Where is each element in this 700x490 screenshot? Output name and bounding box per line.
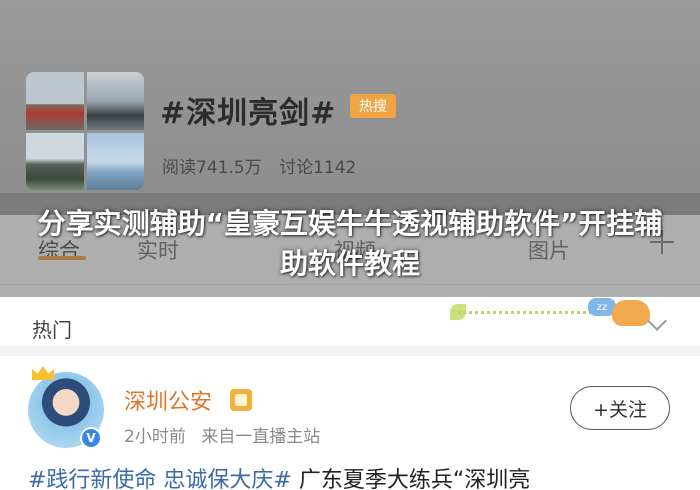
post-time: 2小时前 bbox=[124, 427, 186, 447]
topic-title: #深圳亮剑# bbox=[160, 96, 337, 131]
thumbnail-image bbox=[86, 132, 144, 190]
post-author[interactable]: 深圳公安 bbox=[124, 384, 212, 416]
post-source: 来自一直播主站 bbox=[201, 427, 321, 447]
read-count: 阅读741.5万 bbox=[162, 158, 262, 178]
decorative-sticker: zz bbox=[446, 298, 656, 328]
overlay-title: 分享实测辅助“皇豪互娱牛牛透视辅助软件”开挂辅助软件教程 bbox=[37, 207, 663, 280]
post-text: #践行新使命 忠诚保大庆# 广东夏季大练兵“深圳亮 bbox=[28, 462, 530, 490]
hot-section-label: 热门 bbox=[32, 318, 72, 342]
member-badge-icon bbox=[230, 389, 252, 411]
vine-decoration bbox=[458, 310, 598, 314]
post-text-body: 广东夏季大练兵“深圳亮 bbox=[291, 468, 531, 490]
post-meta: 2小时前 来自一直播主站 bbox=[124, 422, 330, 447]
thumbnail-image bbox=[26, 132, 84, 190]
follow-button[interactable]: +关注 bbox=[570, 386, 670, 430]
topic-thumbnails[interactable] bbox=[26, 72, 144, 190]
discussion-count: 讨论1142 bbox=[279, 158, 357, 178]
topic-stats: 阅读741.5万 讨论1142 bbox=[162, 153, 368, 178]
crown-icon bbox=[28, 362, 58, 384]
verified-icon: V bbox=[80, 427, 102, 449]
cat-sticker-icon bbox=[612, 300, 650, 326]
hot-badge: 热搜 bbox=[350, 94, 396, 118]
post-hashtag[interactable]: #践行新使命 忠诚保大庆# bbox=[28, 468, 292, 490]
thumbnail-image bbox=[26, 72, 84, 130]
thumbnail-image bbox=[86, 72, 144, 130]
